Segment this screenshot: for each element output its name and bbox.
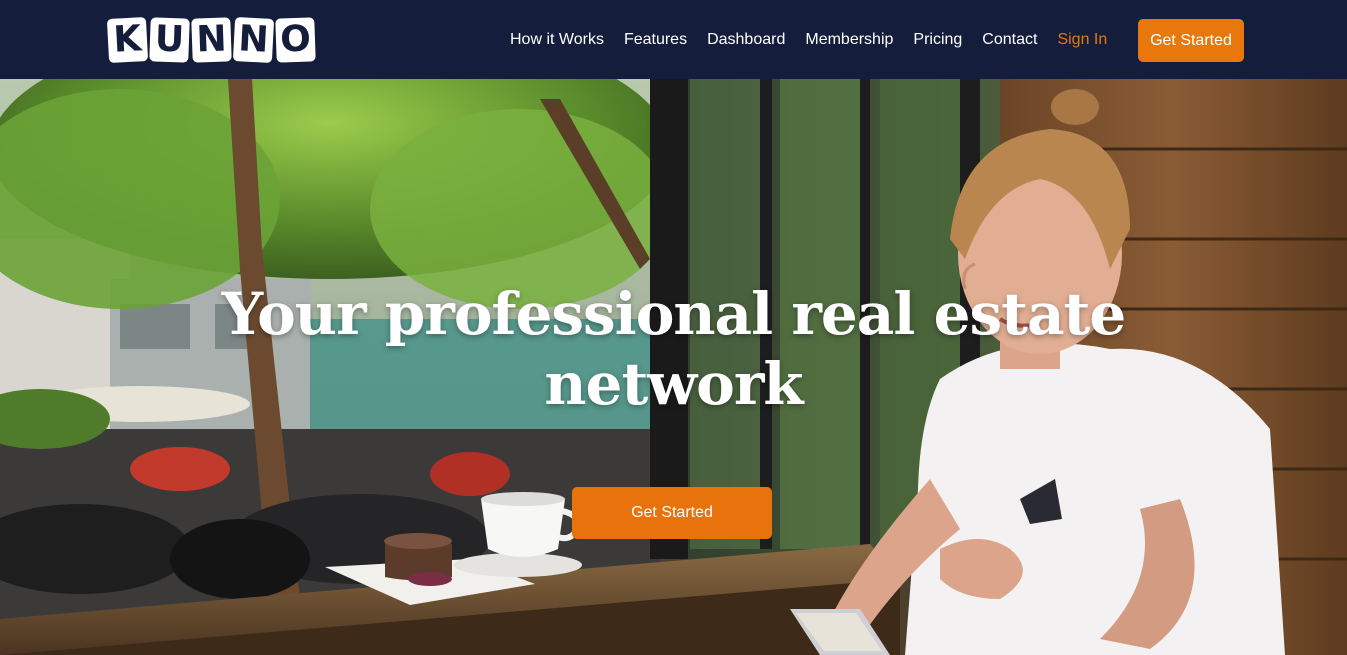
get-started-hero-button[interactable]: Get Started: [572, 487, 772, 539]
get-started-nav-button[interactable]: Get Started: [1138, 19, 1244, 62]
logo-letter-tile: N: [232, 17, 275, 63]
hero-title-line-2: network: [544, 350, 803, 418]
hero-title: Your professional real estate network: [0, 279, 1347, 419]
logo-letter-tile: K: [106, 17, 149, 63]
top-navigation-bar: K U N N O How it Works Features Dashboar…: [0, 0, 1347, 79]
nav-link-pricing[interactable]: Pricing: [913, 31, 962, 48]
nav-link-features[interactable]: Features: [624, 31, 687, 48]
logo-letter-tile: O: [275, 17, 316, 63]
hero-section: Your professional real estate network Ge…: [0, 79, 1347, 655]
nav-link-dashboard[interactable]: Dashboard: [707, 31, 785, 48]
nav-link-contact[interactable]: Contact: [982, 31, 1037, 48]
main-menu: How it Works Features Dashboard Membersh…: [510, 0, 1107, 79]
nav-link-membership[interactable]: Membership: [805, 31, 893, 48]
logo-letter-tile: N: [191, 17, 232, 63]
kunno-logo[interactable]: K U N N O: [106, 17, 316, 63]
nav-link-how-it-works[interactable]: How it Works: [510, 31, 604, 48]
hero-title-line-1: Your professional real estate: [221, 280, 1127, 348]
sign-in-link[interactable]: Sign In: [1057, 31, 1107, 48]
logo-letter-tile: U: [149, 17, 190, 63]
